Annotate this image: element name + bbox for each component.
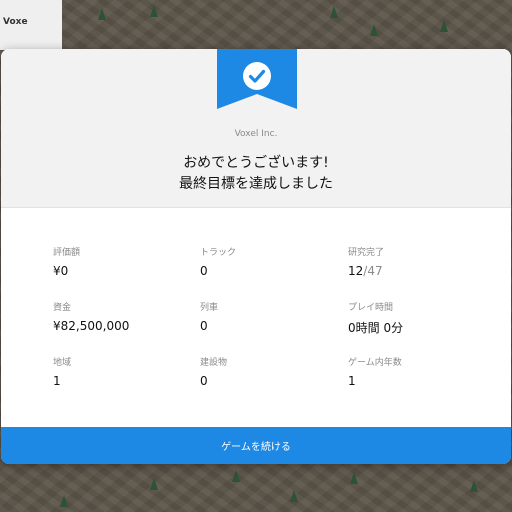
stat-value: 1 bbox=[348, 374, 356, 388]
stat-game-years: ゲーム内年数 1 bbox=[348, 355, 402, 388]
stat-buildings: 建設物 0 bbox=[200, 355, 227, 388]
stat-funds: 資金 ¥82,500,000 bbox=[53, 300, 129, 333]
stat-value: 0時間 0分 bbox=[348, 321, 404, 335]
research-total: /47 bbox=[363, 264, 383, 278]
stat-label: 評価額 bbox=[53, 248, 81, 258]
stat-value: 0 bbox=[200, 319, 208, 333]
stat-trains: 列車 0 bbox=[200, 300, 218, 333]
continue-game-button[interactable]: ゲームを続ける bbox=[1, 427, 511, 464]
stat-label: プレイ時間 bbox=[348, 303, 394, 313]
dialog-header: Voxel Inc. おめでとうございます! 最終目標を達成しました bbox=[1, 49, 511, 208]
stat-value: ¥0 bbox=[53, 264, 69, 278]
stat-research: 研究完了 12/47 bbox=[348, 245, 384, 278]
stat-value: 0 bbox=[200, 374, 208, 388]
check-circle-icon bbox=[243, 62, 271, 90]
stat-value: ¥82,500,000 bbox=[53, 319, 130, 333]
stat-label: 研究完了 bbox=[348, 248, 385, 258]
stat-label: 建設物 bbox=[200, 358, 228, 368]
congrats-message: おめでとうございます! bbox=[183, 155, 329, 171]
goal-achieved-message: 最終目標を達成しました bbox=[179, 176, 333, 192]
stat-label: 地域 bbox=[53, 358, 72, 368]
stat-label: 資金 bbox=[53, 303, 72, 313]
goal-complete-dialog: Voxel Inc. おめでとうございます! 最終目標を達成しました 評価額 ¥… bbox=[1, 49, 511, 464]
stat-valuation: 評価額 ¥0 bbox=[53, 245, 80, 278]
stat-label: ゲーム内年数 bbox=[348, 358, 402, 368]
research-done: 12 bbox=[348, 264, 364, 278]
stat-regions: 地域 1 bbox=[53, 355, 71, 388]
stat-play-time: プレイ時間 0時間 0分 bbox=[348, 300, 403, 336]
stat-value: 1 bbox=[53, 374, 61, 388]
company-panel-title: Voxe bbox=[3, 17, 28, 27]
stat-trucks: トラック 0 bbox=[200, 245, 236, 278]
company-panel[interactable]: Voxe bbox=[0, 0, 62, 50]
stat-label: 列車 bbox=[200, 303, 219, 313]
stat-value: 12/47 bbox=[348, 264, 384, 278]
company-name: Voxel Inc. bbox=[234, 129, 278, 139]
stat-label: トラック bbox=[200, 248, 237, 258]
stat-value: 0 bbox=[200, 264, 208, 278]
